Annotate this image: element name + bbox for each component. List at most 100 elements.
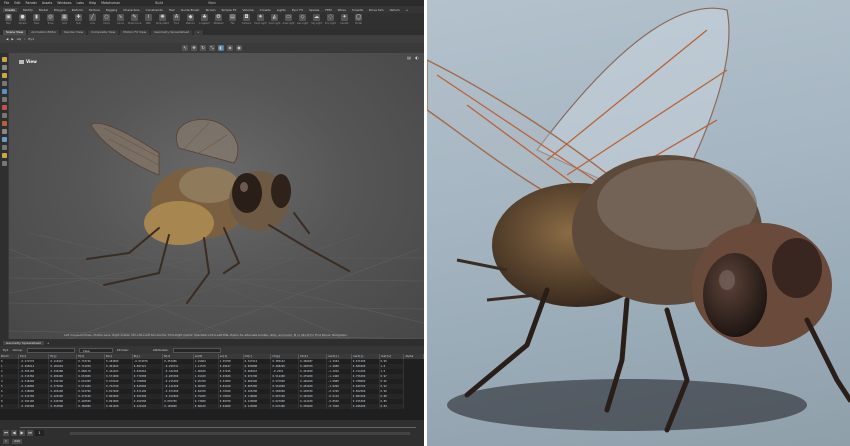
shelf-tab[interactable]: Crowds (352, 8, 363, 12)
shelf-tool-area-light[interactable]: ▭ Area Light (283, 14, 294, 25)
attributes-input[interactable] (172, 347, 221, 353)
shelf-tool-box[interactable]: ▣ Box (3, 14, 14, 25)
shelf-tool-grid[interactable]: ▦ Grid (59, 14, 70, 25)
shelf-tool-geo-light[interactable]: ◇ Geo Light (297, 14, 308, 25)
path-node[interactable]: fly1 (28, 37, 34, 41)
shelf-tool-line[interactable]: ╱ Line (87, 14, 98, 25)
back-arrow-icon[interactable]: ◀ (6, 37, 8, 41)
light-icon[interactable] (1, 145, 7, 150)
menu-file[interactable]: File (4, 1, 9, 5)
render-icon[interactable] (1, 153, 7, 158)
grid-icon[interactable] (1, 161, 7, 166)
shelf-tab[interactable]: Texture (89, 8, 100, 12)
shelf-tab[interactable]: Hair (169, 8, 175, 12)
shelf-tool-circle[interactable]: ○ Circle (101, 14, 112, 25)
select-icon[interactable] (1, 57, 7, 62)
range-end-field[interactable]: 240 (12, 439, 22, 444)
group-icon[interactable] (1, 121, 7, 126)
go-to-end-icon[interactable]: ⏭ (27, 430, 33, 436)
shelf-tool-font[interactable]: A Font (171, 14, 182, 25)
shelf-tab[interactable]: Characters (123, 8, 139, 12)
play-icon[interactable]: ▶ (19, 430, 25, 436)
shelf-tool-draw-curve[interactable]: ✎ Draw Curve (128, 14, 141, 25)
tab-scene-view[interactable]: Scene View (3, 29, 27, 35)
brush-icon[interactable] (1, 97, 7, 102)
shelf-tab[interactable]: Modify (23, 8, 33, 12)
shelf-tool-platonic[interactable]: ◆ Platonic (185, 14, 196, 25)
shelf-tool-path[interactable]: ⌇ Path (143, 14, 154, 25)
move-tool-icon[interactable]: ✥ (191, 45, 197, 51)
shading-mode-icon[interactable]: ◐ (414, 55, 420, 61)
timeline-scrubber[interactable] (70, 432, 410, 435)
camera-menu-icon[interactable] (19, 60, 24, 64)
current-frame-field[interactable]: 1 (35, 430, 44, 436)
handle-tool-icon[interactable]: ◈ (227, 45, 233, 51)
go-to-start-icon[interactable]: ⏮ (3, 430, 9, 436)
select-tool-icon[interactable]: ↖ (182, 45, 188, 51)
view-icon[interactable] (1, 129, 7, 134)
tab-animation-editor[interactable]: Animation Editor (28, 29, 60, 35)
shelf-tab[interactable]: Create (3, 7, 17, 12)
tab-motion-fx-view[interactable]: Motion FX View (120, 29, 150, 35)
shelf-tool-sky-light[interactable]: ☁ Sky Light (311, 14, 322, 25)
transform-icon[interactable] (1, 65, 7, 70)
timeline-ruler[interactable] (20, 422, 416, 428)
group-input[interactable] (26, 347, 75, 353)
menu-labs[interactable]: Labs (77, 1, 84, 5)
measure-icon[interactable] (1, 113, 7, 118)
tab-geometry-spreadsheet[interactable]: Geometry Spreadsheet (151, 29, 193, 35)
node-path[interactable]: fly1 (3, 348, 9, 352)
intrinsic-toggle[interactable]: Intrinsic (117, 348, 129, 352)
rotate-tool-icon[interactable]: ↻ (200, 45, 206, 51)
shelf-tool-spot-light[interactable]: ◭ Spot Light (269, 14, 280, 25)
shelf-tab[interactable]: + (406, 8, 409, 12)
shelf-tool-spray-paint[interactable]: ✺ Spray Paint (156, 14, 169, 25)
shelf-tool-l-system[interactable]: ♣ L-System (199, 14, 210, 25)
range-start-field[interactable]: 1 (3, 439, 9, 444)
shelf-tool-metaball[interactable]: ❂ Metaball (213, 14, 224, 25)
menu-metahuman[interactable]: Metahuman (101, 1, 120, 5)
menu-windows[interactable]: Windows (57, 1, 71, 5)
scale-tool-icon[interactable]: ⤡ (209, 45, 215, 51)
paint-icon[interactable] (1, 105, 7, 110)
shelf-tab[interactable]: Model (39, 8, 48, 12)
shelf-tab[interactable]: Wires (338, 8, 346, 12)
shelf-tab[interactable]: Drive Sim (369, 8, 384, 12)
menu-render[interactable]: Render (26, 1, 37, 5)
shelf-tool-camera[interactable]: ◘ Camera (241, 14, 252, 25)
shelf-tab[interactable]: Polygon (54, 8, 66, 12)
shelf-tab[interactable]: FEM (325, 8, 331, 12)
shelf-tab[interactable]: Crowds (260, 8, 271, 12)
shelf-tab[interactable]: Terrain (205, 8, 215, 12)
forward-arrow-icon[interactable]: ▶ (11, 37, 13, 41)
shelf-tool-null[interactable]: ✚ Null (73, 14, 84, 25)
shelf-tool-env-light[interactable]: ◌ Env Light (325, 14, 336, 25)
shelf-tool-curve[interactable]: ∿ Curve (115, 14, 126, 25)
shelf-tool-caustic[interactable]: ✦ Caustic (339, 14, 350, 25)
column-header[interactable]: Alpha (403, 354, 424, 359)
shelf-tab[interactable]: Lights (277, 8, 286, 12)
handle-icon[interactable] (1, 73, 7, 78)
3d-viewport[interactable]: View Left mouse tumbles. Middle pans. Ri… (9, 53, 424, 339)
tab-render-view[interactable]: Render View (61, 29, 87, 35)
view-filter-field[interactable]: View (78, 347, 113, 353)
shelf-tab[interactable]: Guide Brush (181, 8, 199, 12)
pose-icon[interactable] (1, 89, 7, 94)
view-tool-icon[interactable]: ◉ (236, 45, 242, 51)
shelf-tool-portal[interactable]: ◯ Portal (353, 14, 364, 25)
camera-icon[interactable] (1, 137, 7, 142)
table-row[interactable]: 9 -0.292500 0.453800 0.366900 0.901200 0.4201… (0, 404, 424, 409)
add-tab-button[interactable]: + (194, 29, 203, 35)
shelf-tab[interactable]: Pyro FX (292, 8, 303, 12)
snap-icon[interactable] (1, 81, 7, 86)
pose-tool-icon[interactable]: ◧ (218, 45, 224, 51)
add-pane-icon[interactable]: + (47, 341, 50, 345)
tab-geometry-spreadsheet-bottom[interactable]: Geometry Spreadsheet (3, 340, 44, 345)
shelf-tab[interactable]: Constraints (146, 8, 163, 12)
shelf-tab[interactable]: Simple FX (222, 8, 237, 12)
shelf-tab[interactable]: Volume (242, 8, 253, 12)
shelf-tab[interactable]: Rigging (106, 8, 117, 12)
geometry-spreadsheet-table[interactable]: Point P[x] P[y] P[z] N[x] N[y] N[z] uv[0] uv[1] C… (0, 354, 424, 420)
step-back-icon[interactable]: ◀ (11, 430, 17, 436)
shelf-tool-tube[interactable]: ▮ Tube (31, 14, 42, 25)
